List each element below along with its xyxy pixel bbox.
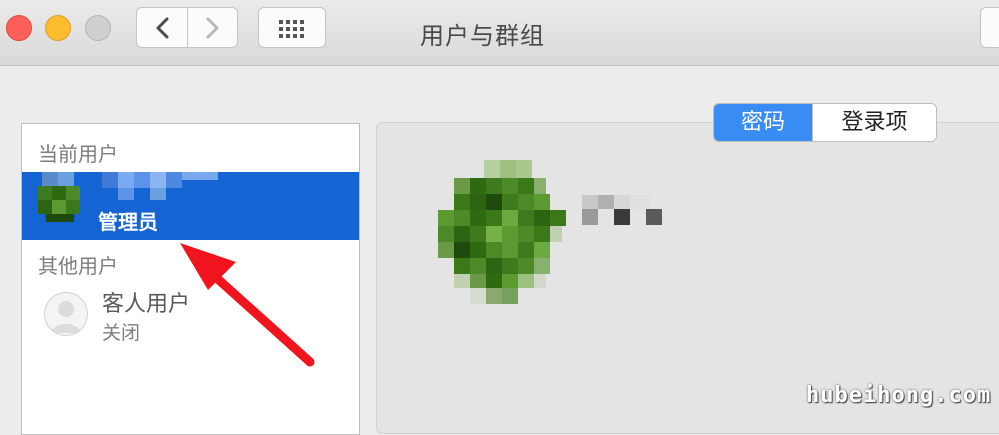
red-arrow-annotation <box>180 243 315 367</box>
watermark-text: hubeihong.com <box>806 383 992 408</box>
